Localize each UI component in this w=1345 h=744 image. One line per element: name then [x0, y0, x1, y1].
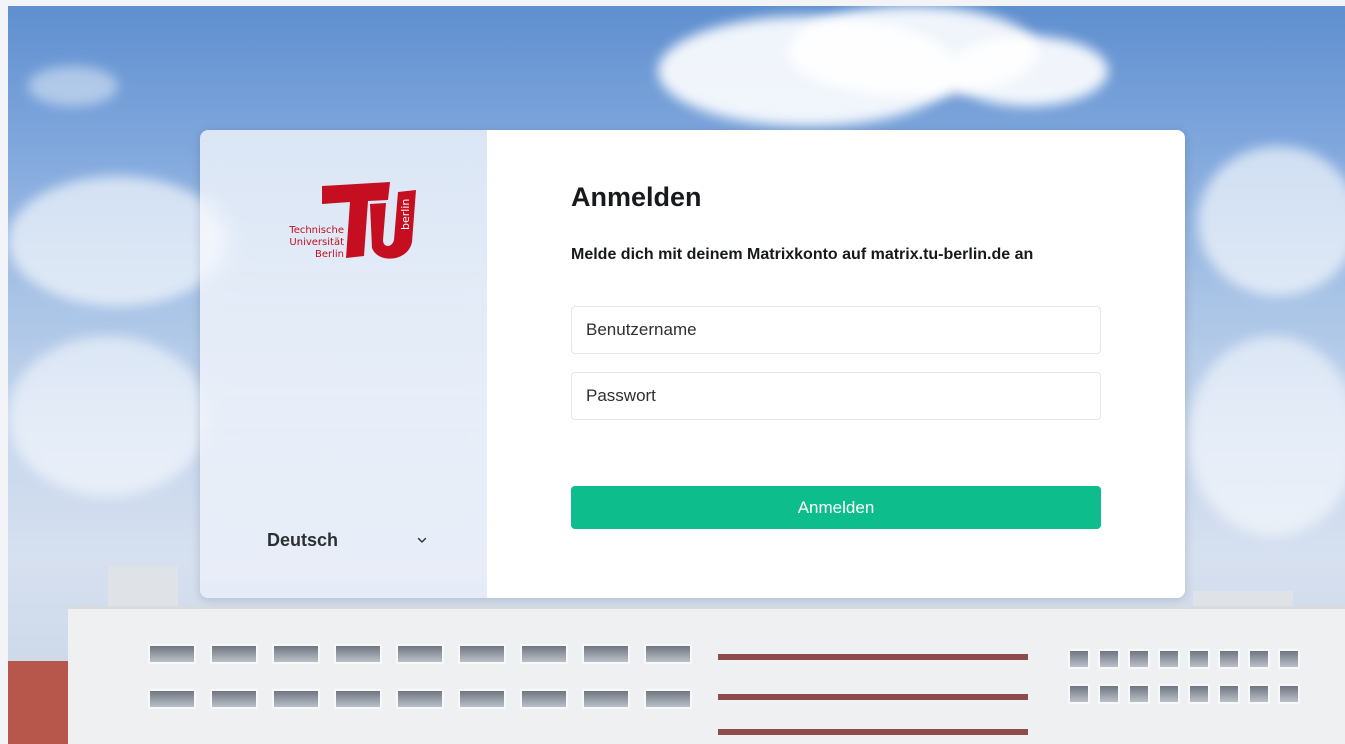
language-label: Deutsch: [267, 529, 339, 550]
svg-text:berlin: berlin: [399, 199, 412, 230]
chevron-down-icon: [417, 537, 427, 543]
username-input[interactable]: [571, 306, 1101, 354]
tu-logo-mark: berlin: [322, 182, 416, 259]
login-subtitle: Melde dich mit deinem Matrixkonto auf ma…: [571, 246, 1034, 263]
branding-panel: Technische Universität Berlin berlin Deu…: [200, 130, 487, 598]
login-card: Technische Universität Berlin berlin Deu…: [200, 130, 1185, 598]
sign-in-button[interactable]: Anmelden: [571, 486, 1101, 529]
login-form-panel: Anmelden Melde dich mit deinem Matrixkon…: [487, 130, 1185, 598]
page-title: Anmelden: [571, 182, 702, 212]
password-input[interactable]: [571, 372, 1101, 420]
tu-berlin-logo: Technische Universität Berlin berlin: [266, 182, 426, 262]
language-selector[interactable]: Deutsch: [267, 528, 427, 552]
